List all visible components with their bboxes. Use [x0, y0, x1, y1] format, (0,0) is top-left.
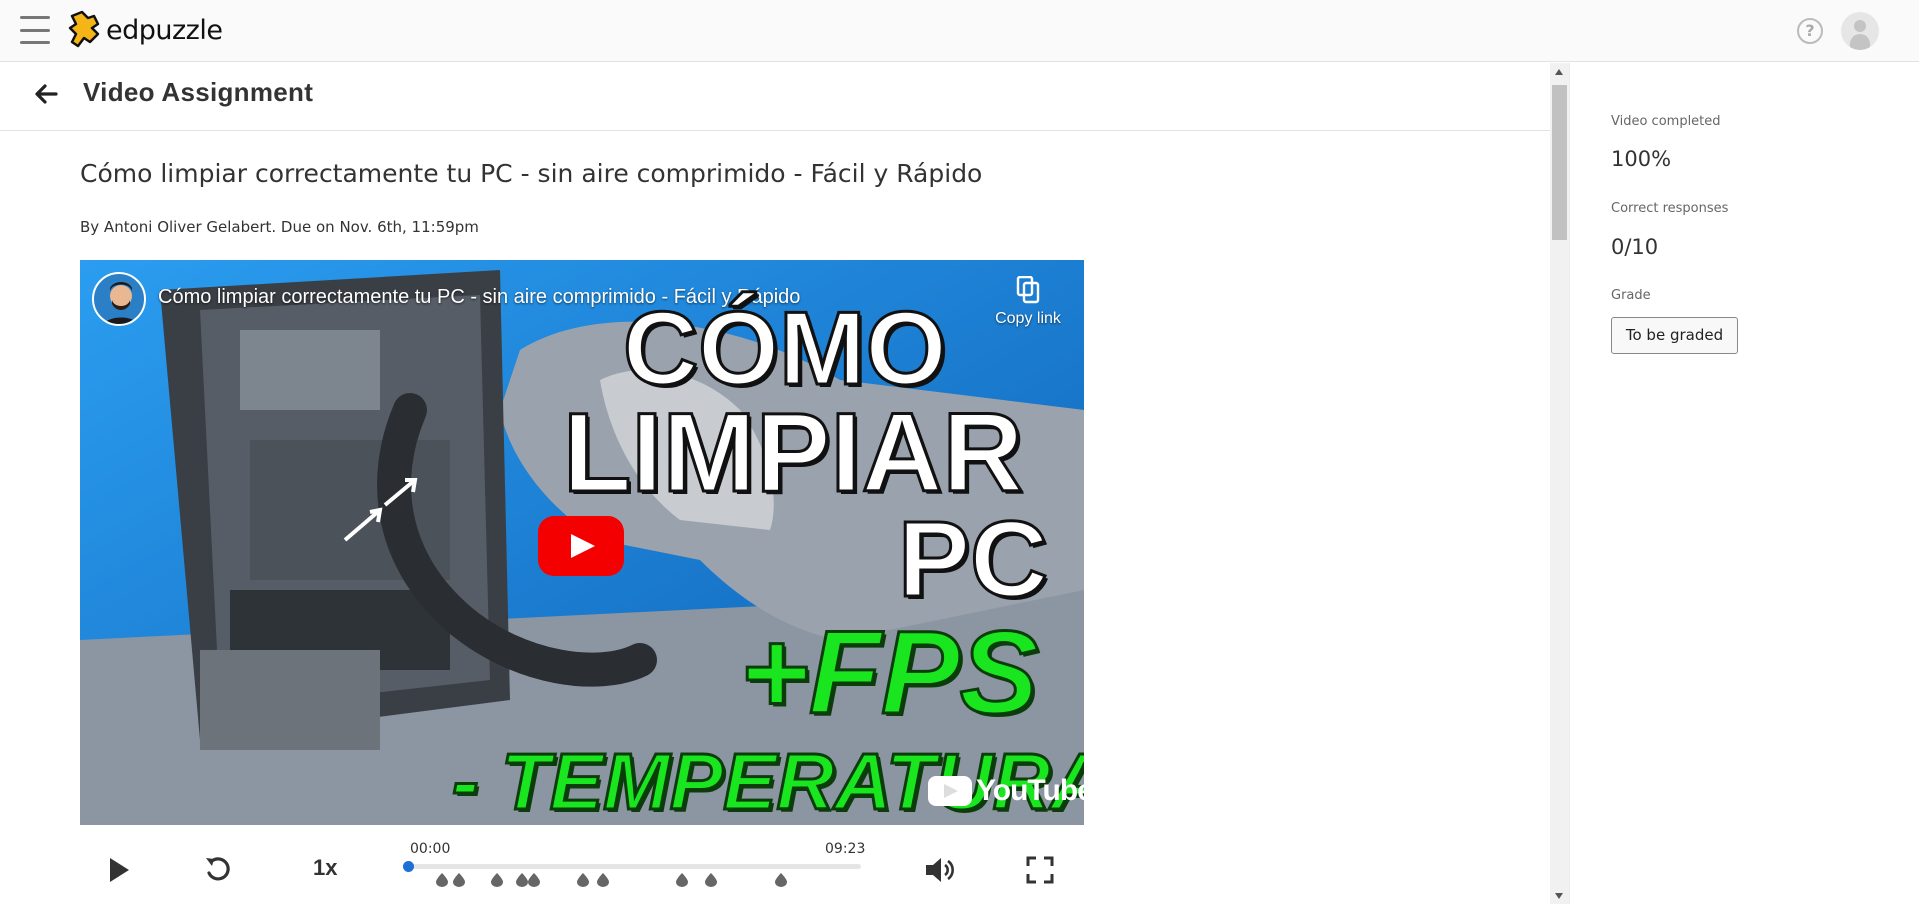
video-title: Cómo limpiar correctamente tu PC - sin a…: [80, 159, 983, 188]
question-marker[interactable]: [528, 873, 540, 887]
main-content: Video Assignment Cómo limpiar correctame…: [0, 63, 1550, 904]
scroll-up-arrow-icon[interactable]: [1555, 69, 1563, 75]
youtube-label: YouTube: [976, 774, 1084, 807]
puzzle-logo-icon: [68, 10, 100, 48]
fullscreen-icon[interactable]: [1026, 856, 1054, 884]
correct-responses-label: Correct responses: [1611, 201, 1729, 216]
progress-track[interactable]: [407, 864, 861, 869]
time-total: 09:23: [825, 841, 866, 857]
top-bar: edpuzzle ?: [0, 0, 1919, 62]
scroll-down-arrow-icon[interactable]: [1555, 893, 1563, 899]
progress-scrubber[interactable]: [403, 861, 414, 872]
rewind-icon[interactable]: [203, 853, 233, 885]
question-marker[interactable]: [436, 873, 448, 887]
play-icon[interactable]: [105, 855, 133, 885]
question-marker[interactable]: [491, 873, 503, 887]
page-title: Video Assignment: [83, 77, 314, 107]
youtube-icon: [928, 776, 972, 806]
main-scrollbar[interactable]: [1550, 63, 1569, 904]
question-marker[interactable]: [705, 873, 717, 887]
thumb-text-pc: PC: [896, 497, 1049, 621]
channel-avatar[interactable]: [92, 272, 146, 326]
question-marker[interactable]: [775, 873, 787, 887]
player-controls: 1x 00:00 09:23: [80, 833, 1084, 904]
volume-icon[interactable]: [923, 855, 957, 885]
assignment-header: Video Assignment: [0, 63, 1550, 131]
edpuzzle-logo[interactable]: edpuzzle: [68, 10, 223, 50]
grade-label: Grade: [1611, 288, 1651, 303]
assignment-stats-panel: Video completed 100% Correct responses 0…: [1569, 63, 1919, 904]
playback-speed-button[interactable]: 1x: [313, 855, 337, 881]
question-icon[interactable]: ?: [1797, 18, 1823, 44]
video-completed-value: 100%: [1611, 147, 1672, 171]
hamburger-menu-icon[interactable]: [20, 16, 50, 44]
assignment-byline: By Antoni Oliver Gelabert. Due on Nov. 6…: [80, 218, 479, 236]
question-marker[interactable]: [577, 873, 589, 887]
arrow-left-icon[interactable]: [30, 78, 62, 110]
app-name: edpuzzle: [106, 14, 223, 46]
question-marker[interactable]: [516, 873, 528, 887]
youtube-play-button[interactable]: [538, 516, 624, 576]
video-completed-label: Video completed: [1611, 114, 1721, 129]
correct-responses-value: 0/10: [1611, 235, 1659, 259]
time-current: 00:00: [410, 841, 451, 857]
copy-link-button[interactable]: Copy link: [983, 276, 1073, 328]
thumb-text-fps: +FPS: [738, 606, 1039, 741]
copy-link-label: Copy link: [995, 310, 1061, 327]
video-player[interactable]: Cómo limpiar correctamente tu PC - sin a…: [80, 260, 1084, 825]
question-marker[interactable]: [676, 873, 688, 887]
copy-icon: [1016, 276, 1040, 304]
user-avatar-icon[interactable]: [1841, 12, 1879, 50]
question-marker[interactable]: [597, 873, 609, 887]
scroll-thumb[interactable]: [1552, 85, 1567, 240]
youtube-logo[interactable]: YouTube: [928, 774, 1084, 808]
grade-status-button[interactable]: To be graded: [1611, 317, 1738, 354]
question-marker[interactable]: [453, 873, 465, 887]
